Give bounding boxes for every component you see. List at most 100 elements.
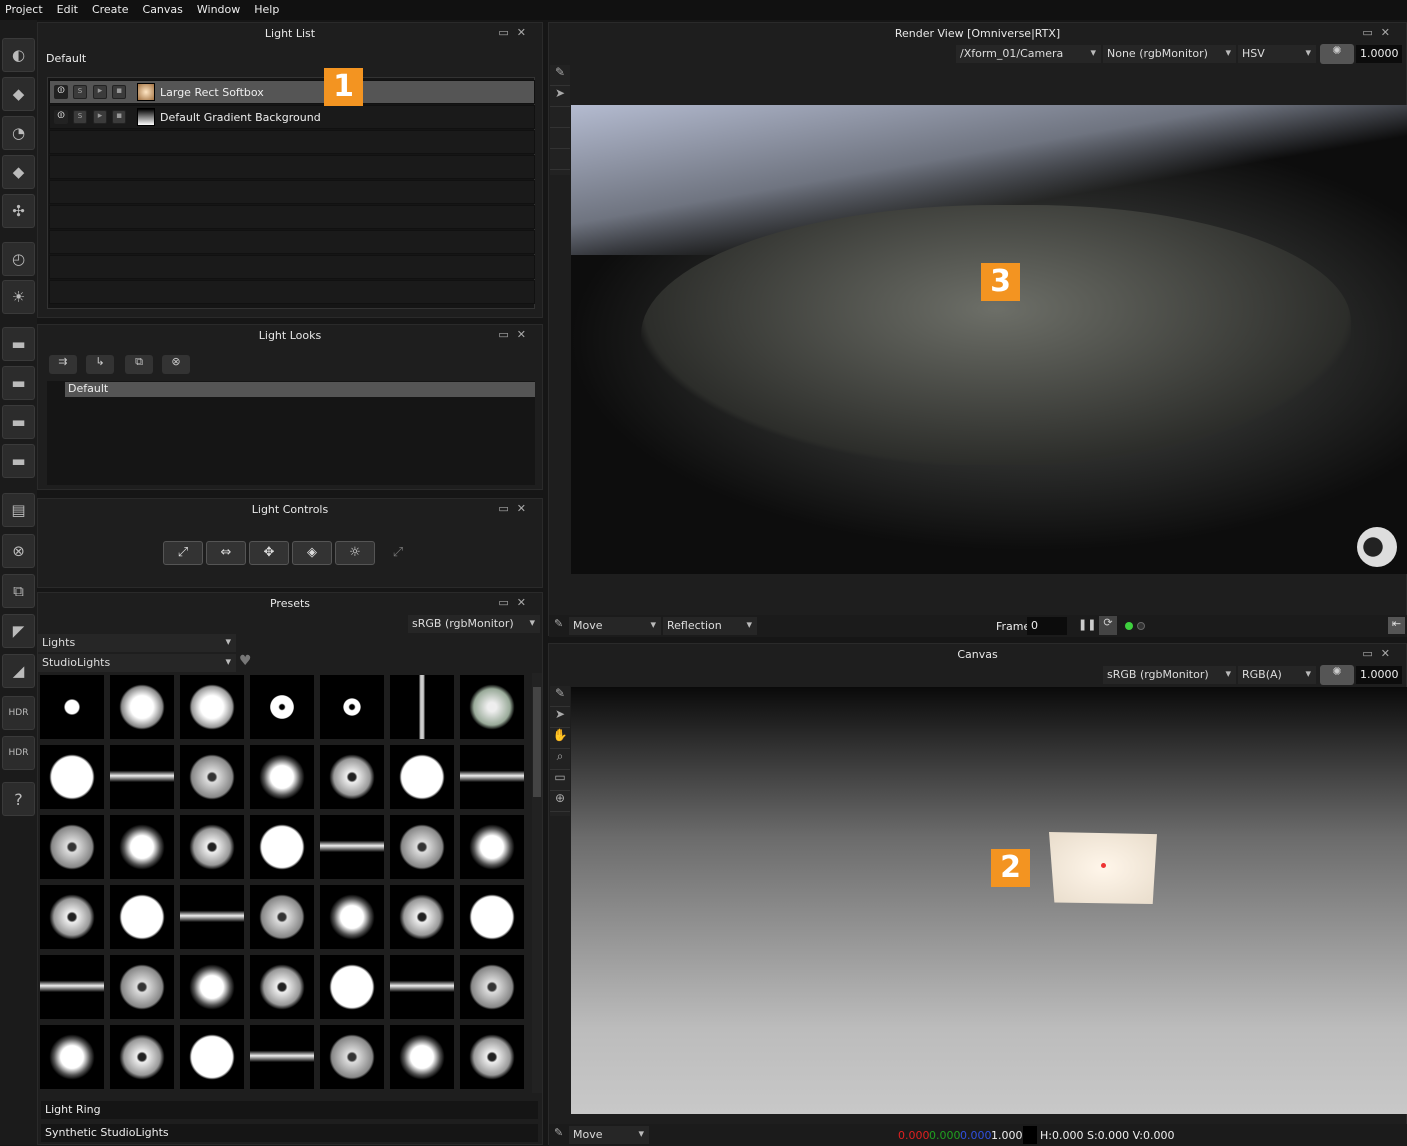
pointer-icon[interactable]: ➤ <box>550 86 570 107</box>
preset-thumbnail[interactable] <box>180 1025 244 1089</box>
pause-icon[interactable]: ❚❚ <box>1078 618 1096 631</box>
light-row-background[interactable]: ⏼ s ▸ ▪ Default Gradient Background <box>49 105 535 129</box>
preset-thumbnail[interactable] <box>460 885 524 949</box>
display-dropdown[interactable]: None (rgbMonitor) <box>1103 45 1236 63</box>
presets-scrollbar[interactable] <box>532 673 542 1093</box>
solo-icon[interactable]: s <box>73 110 87 124</box>
strip-light-1-icon[interactable]: ▬ <box>2 327 35 361</box>
presets-colorspace-dropdown[interactable]: sRGB (rgbMonitor) <box>408 615 540 633</box>
aperture-icon[interactable]: ✺ <box>1320 665 1354 685</box>
preset-thumbnail[interactable] <box>460 745 524 809</box>
preset-thumbnail[interactable] <box>460 675 524 739</box>
preset-thumbnail[interactable] <box>250 955 314 1019</box>
select-icon[interactable]: ▸ <box>93 85 107 99</box>
visibility-icon[interactable]: ⏼ <box>54 85 68 99</box>
hdr-rotate-icon[interactable]: HDR <box>2 736 35 770</box>
preset-thumbnail[interactable] <box>250 885 314 949</box>
render-viewport[interactable]: 3 <box>571 105 1407 574</box>
preset-thumbnail[interactable] <box>320 1025 384 1089</box>
brush-icon[interactable]: ✎ <box>550 65 570 86</box>
strip-light-3-icon[interactable]: ▬ <box>2 405 35 439</box>
exposure-input[interactable]: 1.0000 <box>1356 45 1402 63</box>
preset-thumbnail[interactable] <box>180 815 244 879</box>
panel-controls[interactable]: ▭✕ <box>498 596 534 609</box>
look-item-default[interactable]: Default <box>65 382 535 397</box>
menu-edit[interactable]: Edit <box>52 0 87 20</box>
canvas-move-dropdown[interactable]: Move <box>569 1126 649 1144</box>
menu-canvas[interactable]: Canvas <box>138 0 192 20</box>
preset-thumbnail[interactable] <box>390 745 454 809</box>
preset-thumbnail[interactable] <box>320 815 384 879</box>
visibility-icon[interactable]: ⏼ <box>54 110 68 124</box>
refresh-icon[interactable]: ⟳ <box>1099 616 1117 635</box>
move-horizontal-control-icon[interactable]: ⇔ <box>206 541 246 565</box>
light-center-marker[interactable] <box>1101 863 1106 868</box>
strip-light-2-icon[interactable]: ▬ <box>2 366 35 400</box>
sun-light-icon[interactable]: ☀ <box>2 280 35 314</box>
preset-thumbnail[interactable] <box>250 815 314 879</box>
help-icon[interactable]: ? <box>2 782 35 816</box>
menu-create[interactable]: Create <box>87 0 138 20</box>
preset-thumbnail[interactable] <box>40 885 104 949</box>
preset-thumbnail[interactable] <box>180 955 244 1019</box>
camera-dropdown[interactable]: /Xform_01/Camera <box>956 45 1101 63</box>
hand-icon[interactable]: ✋ <box>550 728 570 749</box>
favorite-heart-icon[interactable]: ♥ <box>239 653 252 669</box>
zoom-rect-icon[interactable]: ▭ <box>550 770 570 791</box>
preset-thumbnail[interactable] <box>40 815 104 879</box>
preset-thumbnail[interactable] <box>460 1025 524 1089</box>
lock-icon[interactable]: ▪ <box>112 110 126 124</box>
layout-icon[interactable]: ▤ <box>2 493 35 527</box>
canvas-viewport[interactable]: 2 <box>571 687 1407 1114</box>
expand-control-icon[interactable]: ⤢ <box>378 541 418 565</box>
arrow-1-icon[interactable]: ◤ <box>2 614 35 648</box>
duplicate-icon[interactable]: ⧉ <box>2 574 35 608</box>
duplicate-look-icon[interactable]: ⧉ <box>125 355 153 374</box>
panel-controls[interactable]: ▭✕ <box>498 502 534 515</box>
panel-controls[interactable]: ▭✕ <box>498 328 534 341</box>
solo-icon[interactable]: s <box>73 85 87 99</box>
preset-thumbnail[interactable] <box>390 1025 454 1089</box>
canvas-exposure-input[interactable]: 1.0000 <box>1356 666 1402 684</box>
brightness-control-icon[interactable]: ☼ <box>335 541 375 565</box>
panel-controls[interactable]: ▭✕ <box>1362 647 1398 660</box>
zoom-icon[interactable]: ⌕ <box>550 749 570 770</box>
diamond-light-icon[interactable]: ◆ <box>2 155 35 189</box>
multi-light-icon[interactable]: ✣ <box>2 194 35 228</box>
menu-help[interactable]: Help <box>249 0 288 20</box>
delete-look-icon[interactable]: ⊗ <box>162 355 190 374</box>
panel-controls[interactable]: ▭✕ <box>1362 26 1398 39</box>
preset-thumbnail[interactable] <box>320 885 384 949</box>
aperture-icon[interactable]: ✺ <box>1320 44 1354 64</box>
preset-thumbnail[interactable] <box>110 815 174 879</box>
pointer-icon[interactable]: ➤ <box>550 707 570 728</box>
frame-input[interactable]: 0 <box>1027 617 1067 635</box>
preset-thumbnail[interactable] <box>40 955 104 1019</box>
preset-thumbnail[interactable] <box>390 885 454 949</box>
move-all-control-icon[interactable]: ✥ <box>249 541 289 565</box>
area-light-icon[interactable]: ◐ <box>2 38 35 72</box>
softbox-light[interactable] <box>1049 832 1157 904</box>
add-look-icon[interactable]: ⇉ <box>49 355 77 374</box>
preset-thumbnail[interactable] <box>390 955 454 1019</box>
preset-thumbnail[interactable] <box>110 745 174 809</box>
preset-thumbnail[interactable] <box>40 1025 104 1089</box>
preset-thumbnail[interactable] <box>40 745 104 809</box>
channels-dropdown[interactable]: RGB(A) <box>1238 666 1316 684</box>
preset-thumbnail[interactable] <box>110 1025 174 1089</box>
arrow-2-icon[interactable]: ◢ <box>2 654 35 688</box>
preset-thumbnail[interactable] <box>110 675 174 739</box>
spot-light-icon[interactable]: ◔ <box>2 116 35 150</box>
preset-thumbnail[interactable] <box>460 955 524 1019</box>
canvas-colorspace-dropdown[interactable]: sRGB (rgbMonitor) <box>1103 666 1236 684</box>
pick-mode-dropdown[interactable]: Reflection <box>663 617 757 635</box>
zoom-fit-icon[interactable]: ⊕ <box>550 791 570 812</box>
preset-thumbnail[interactable] <box>180 675 244 739</box>
subcategory-dropdown[interactable]: StudioLights <box>38 654 236 672</box>
preset-thumbnail[interactable] <box>250 1025 314 1089</box>
preset-thumbnail[interactable] <box>390 815 454 879</box>
menu-project[interactable]: Project <box>0 0 52 20</box>
category-dropdown[interactable]: Lights <box>38 634 236 652</box>
rotate-control-icon[interactable]: ◈ <box>292 541 332 565</box>
preset-thumbnail[interactable] <box>180 885 244 949</box>
